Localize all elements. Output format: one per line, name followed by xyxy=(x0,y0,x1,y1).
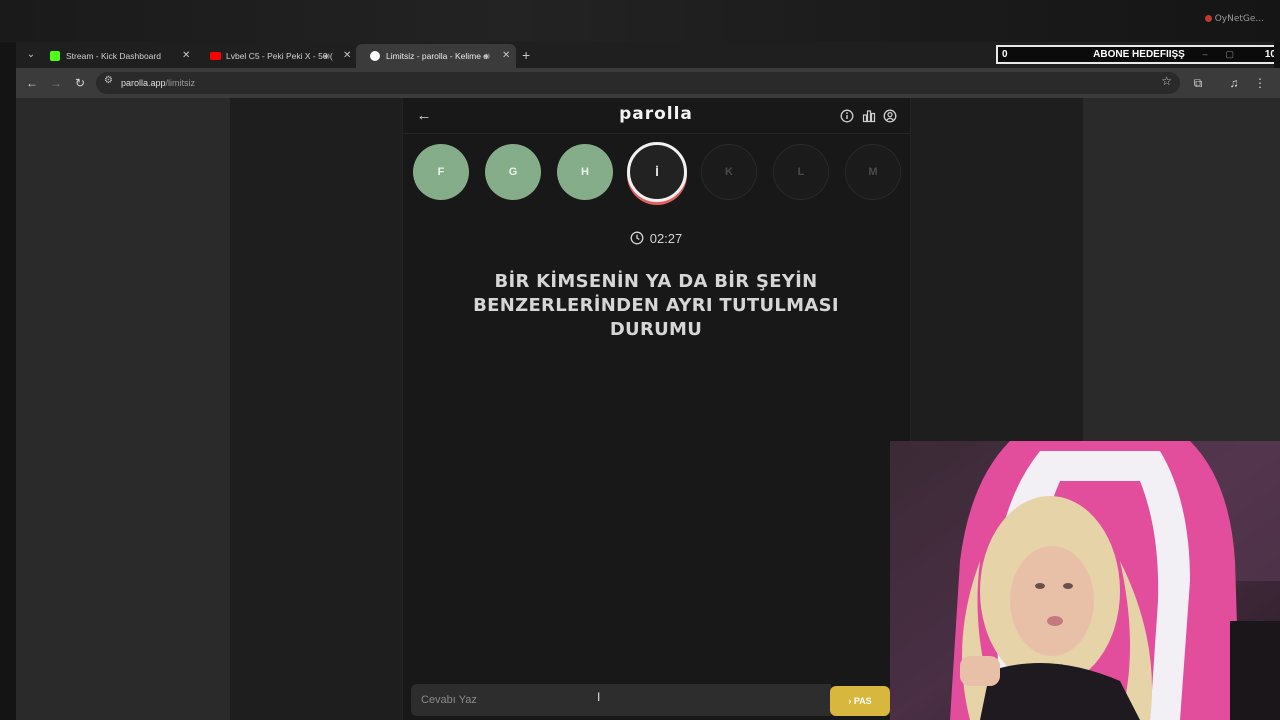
pass-label: PAS xyxy=(853,696,872,706)
tab-title: Lvbel C5 - Peki Peki X - 50 ( xyxy=(226,51,333,61)
webcam-overlay xyxy=(890,441,1280,720)
parolla-favicon-icon xyxy=(370,51,380,61)
clock-icon xyxy=(630,231,644,245)
back-arrow-icon[interactable]: ← xyxy=(414,106,434,126)
new-tab-button[interactable]: + xyxy=(522,45,530,65)
overlay-brand: OyNetGe... xyxy=(1204,14,1264,24)
overlay-brand-text: OyNetGe... xyxy=(1214,14,1264,24)
stats-icon[interactable] xyxy=(862,109,876,123)
speaker-icon[interactable]: 🔊︎ xyxy=(324,44,330,68)
bookmark-star-icon[interactable]: ☆ xyxy=(1161,74,1172,88)
letter-circle-f: F xyxy=(413,144,469,200)
tab-title: Limitsiz - parolla - Kelime o xyxy=(386,51,489,61)
url-path: /limitsiz xyxy=(165,78,196,88)
header-divider xyxy=(403,133,910,134)
window-controls-icon: –▢ xyxy=(1202,49,1252,59)
reload-icon[interactable]: ↻ xyxy=(72,75,88,91)
letter-circle-m: M xyxy=(845,144,901,200)
letter-char: K xyxy=(725,166,733,178)
question-text: BİR KİMSENİN YA DA BİR ŞEYİN BENZERLERİN… xyxy=(473,271,839,340)
info-icon[interactable] xyxy=(840,109,854,123)
stream-overlay: OyNetGe... xyxy=(0,0,1280,42)
url-omnibox[interactable]: ⚙︎ parolla.app/limitsiz ☆ xyxy=(96,72,1180,94)
webcam-image xyxy=(890,441,1280,720)
countdown-timer: 02:27 xyxy=(556,231,756,246)
profile-icon[interactable] xyxy=(883,109,897,123)
answer-input[interactable] xyxy=(411,684,831,716)
timer-value: 02:27 xyxy=(649,231,683,246)
tab-title: Stream - Kick Dashboard xyxy=(66,51,161,61)
app-title: parolla xyxy=(619,104,693,124)
close-tab-icon[interactable]: ✕ xyxy=(343,44,351,68)
tab-parolla[interactable]: Limitsiz - parolla - Kelime o 🔊︎ ✕ xyxy=(356,44,516,68)
url-text: parolla.app/limitsiz xyxy=(121,72,195,94)
tab-youtube-video[interactable]: Lvbel C5 - Peki Peki X - 50 ( 🔊︎ ✕ xyxy=(196,44,356,68)
letter-char: H xyxy=(581,166,589,178)
letter-circle-l: L xyxy=(773,144,829,200)
speaker-icon[interactable]: 🔊︎ xyxy=(484,44,490,68)
letter-char: L xyxy=(797,166,805,178)
brand-logo-icon xyxy=(1204,15,1212,22)
letter-circle-g: G xyxy=(485,144,541,200)
address-bar: ← → ↻ ⚙︎ parolla.app/limitsiz ☆ ⧉ ♫ ⋮ xyxy=(16,68,1280,98)
kick-favicon-icon xyxy=(50,51,60,61)
letter-char: M xyxy=(868,166,878,178)
chevron-right-icon: › xyxy=(848,696,852,706)
media-control-icon[interactable]: ♫ xyxy=(1226,75,1242,91)
back-nav-icon[interactable]: ← xyxy=(24,75,40,91)
url-host: parolla.app xyxy=(121,78,166,88)
tab-kick-dashboard[interactable]: Stream - Kick Dashboard ✕ xyxy=(36,44,196,68)
extensions-icon[interactable]: ⧉ xyxy=(1190,75,1206,91)
close-tab-icon[interactable]: ✕ xyxy=(182,44,190,68)
text-cursor-icon: I xyxy=(597,690,601,704)
letter-circle-k: K xyxy=(701,144,757,200)
profile-menu-icon[interactable]: ⋮ xyxy=(1252,75,1268,91)
left-margin xyxy=(16,98,230,720)
site-settings-icon[interactable]: ⚙︎ xyxy=(104,75,113,86)
letter-char: G xyxy=(508,166,518,178)
letter-circle-i-current: İ xyxy=(627,142,687,202)
tab-bar: ⌄ Stream - Kick Dashboard ✕ Lvbel C5 - P… xyxy=(16,42,1280,68)
subscriber-goal-widget: 0 ABONE HEDEFIIŞŞ –▢ 10 xyxy=(996,45,1280,64)
pass-button[interactable]: › PAS xyxy=(830,686,890,716)
letter-char: İ xyxy=(655,165,659,179)
letter-circle-h: H xyxy=(557,144,613,200)
forward-nav-icon[interactable]: → xyxy=(48,75,64,91)
letter-char: F xyxy=(437,166,445,178)
close-tab-icon[interactable]: ✕ xyxy=(502,44,510,68)
youtube-favicon-icon xyxy=(210,52,221,60)
